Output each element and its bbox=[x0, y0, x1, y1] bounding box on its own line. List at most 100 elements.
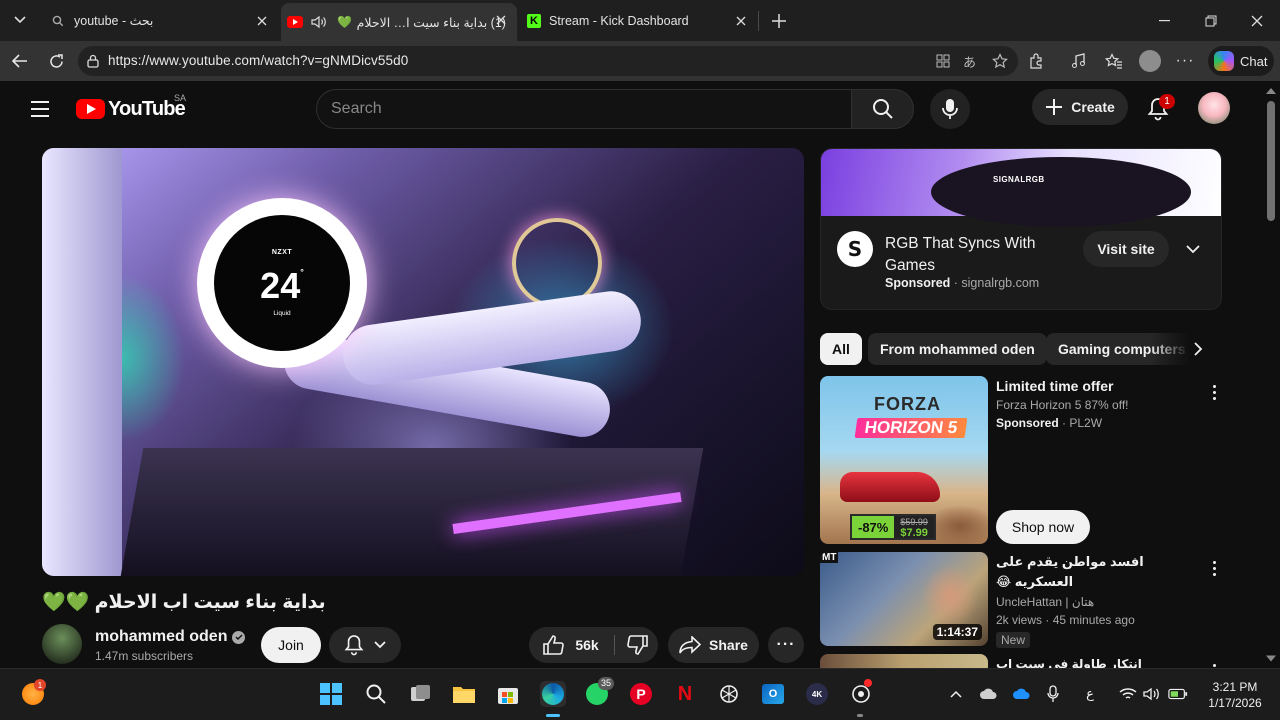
recommended-video[interactable]: انتكار طاولة في سيت اب المتابعين #5 bbox=[820, 654, 1222, 668]
battery-icon[interactable] bbox=[1168, 684, 1188, 704]
minimize-icon bbox=[1159, 20, 1170, 22]
volume-icon[interactable] bbox=[1142, 684, 1162, 704]
translate-icon[interactable]: あ bbox=[963, 52, 976, 71]
media-control-button[interactable] bbox=[1064, 47, 1092, 75]
file-explorer-button[interactable] bbox=[451, 681, 477, 707]
scroll-up-icon[interactable] bbox=[1266, 87, 1276, 94]
favorite-star-icon[interactable] bbox=[992, 53, 1008, 69]
video-thumbnail[interactable]: MT 1:14:37 bbox=[820, 552, 988, 646]
visit-site-button[interactable]: Visit site bbox=[1083, 231, 1169, 267]
channel-avatar[interactable] bbox=[42, 624, 82, 664]
video-player[interactable]: NZXT 24° Liquid bbox=[42, 148, 804, 576]
outlook-button[interactable]: O bbox=[760, 681, 786, 707]
notifications-button[interactable]: 1 bbox=[1138, 89, 1178, 129]
youtube-logo[interactable]: YouTube bbox=[76, 97, 186, 121]
sponsored-recommendation[interactable]: FORZA HORIZON 5 -87% $59.99 $7.99 Limite… bbox=[820, 376, 1222, 544]
edge-browser-button[interactable] bbox=[540, 681, 566, 707]
tab-current-video[interactable]: 💚 (1) بداية بناء سيت ا… الاحلام bbox=[281, 3, 517, 41]
subscription-notification-button[interactable] bbox=[329, 627, 401, 663]
video-thumbnail[interactable] bbox=[820, 654, 988, 668]
profile-button[interactable] bbox=[1136, 47, 1164, 75]
forza-thumbnail[interactable]: FORZA HORIZON 5 -87% $59.99 $7.99 bbox=[820, 376, 988, 544]
chip-all[interactable]: All bbox=[820, 333, 862, 365]
reload-button[interactable] bbox=[42, 47, 70, 75]
settings-more-button[interactable]: ··· bbox=[1171, 47, 1199, 75]
ad-title[interactable]: RGB That Syncs With Games bbox=[885, 233, 1065, 277]
tab-close-button[interactable] bbox=[254, 13, 270, 29]
tab-title: Stream - Kick Dashboard bbox=[549, 13, 689, 28]
scroll-down-icon[interactable] bbox=[1266, 655, 1276, 663]
extensions-button[interactable] bbox=[1022, 47, 1050, 75]
tab-close-button[interactable] bbox=[493, 12, 509, 28]
whatsapp-button[interactable]: 35 bbox=[584, 677, 615, 707]
clock-time: 3:21 PM bbox=[1212, 680, 1258, 694]
new-tab-button[interactable] bbox=[766, 8, 792, 34]
recommendation-channel[interactable]: UncleHattan | هتان bbox=[996, 593, 1196, 611]
like-button[interactable]: 56k bbox=[529, 627, 613, 663]
close-window-button[interactable] bbox=[1244, 8, 1270, 34]
system-clock[interactable]: 3:21 PM 1/17/2026 bbox=[1200, 679, 1270, 711]
ad-expand-button[interactable] bbox=[1179, 235, 1207, 263]
start-button[interactable] bbox=[318, 681, 344, 707]
wifi-icon[interactable] bbox=[1118, 684, 1138, 704]
tab-kick-dashboard[interactable]: K Stream - Kick Dashboard bbox=[519, 4, 759, 37]
recommendation-menu-button[interactable] bbox=[1206, 382, 1222, 402]
show-hidden-icons-button[interactable] bbox=[946, 684, 966, 704]
scroll-thumb[interactable] bbox=[1267, 101, 1275, 221]
speaker-icon[interactable] bbox=[311, 15, 327, 29]
app-available-icon[interactable] bbox=[936, 54, 950, 68]
page-scrollbar[interactable] bbox=[1262, 81, 1280, 668]
sponsored-ad-card[interactable]: SIGNALRGB S RGB That Syncs With Games Sp… bbox=[820, 148, 1222, 310]
tab-youtube-search[interactable]: youtube - بحث bbox=[40, 4, 280, 37]
input-language-indicator[interactable]: ع bbox=[1080, 684, 1100, 704]
chip-from-channel[interactable]: From mohammed oden bbox=[868, 333, 1047, 365]
onedrive-icon[interactable] bbox=[1011, 684, 1031, 704]
create-button[interactable]: Create bbox=[1032, 89, 1128, 125]
shop-now-button[interactable]: Shop now bbox=[996, 510, 1090, 544]
site-info-icon[interactable] bbox=[86, 54, 100, 68]
search-button[interactable] bbox=[851, 89, 914, 129]
chips-next-button[interactable] bbox=[1186, 337, 1210, 361]
tab-close-button[interactable] bbox=[733, 13, 749, 29]
recommendation-title[interactable]: Limited time offer bbox=[996, 376, 1196, 396]
favorites-button[interactable] bbox=[1100, 47, 1128, 75]
search-input[interactable] bbox=[331, 99, 831, 119]
recommendation-title[interactable]: انتكار طاولة في سيت اب المتابعين #5 bbox=[996, 654, 1196, 668]
guide-menu-button[interactable] bbox=[24, 95, 56, 123]
recommendation-menu-button[interactable] bbox=[1206, 558, 1222, 578]
taskbar-search-button[interactable] bbox=[363, 681, 389, 707]
restore-button[interactable] bbox=[1198, 8, 1224, 34]
microsoft-store-button[interactable] bbox=[495, 681, 521, 707]
signalrgb-logo-icon[interactable]: S bbox=[837, 231, 873, 267]
pinterest-button[interactable]: P bbox=[628, 681, 654, 707]
back-arrow-icon bbox=[12, 54, 27, 68]
account-avatar[interactable] bbox=[1198, 92, 1230, 124]
recommendation-menu-button[interactable] bbox=[1206, 658, 1222, 668]
microphone-tray-icon[interactable] bbox=[1043, 684, 1063, 704]
share-button[interactable]: Share bbox=[668, 627, 759, 663]
cloud-sync-icon[interactable] bbox=[978, 684, 998, 704]
minimize-button[interactable] bbox=[1152, 8, 1178, 34]
voice-search-button[interactable] bbox=[930, 89, 970, 129]
tab-list-button[interactable] bbox=[6, 6, 34, 34]
chatgpt-button[interactable] bbox=[716, 681, 742, 707]
create-label: Create bbox=[1071, 99, 1115, 115]
mic-icon bbox=[942, 99, 958, 119]
more-actions-button[interactable]: ··· bbox=[768, 627, 804, 663]
address-bar[interactable]: https://www.youtube.com/watch?v=gNMDicv5… bbox=[78, 46, 1018, 76]
recommended-video[interactable]: MT 1:14:37 افسد مواطن يقدم على العسكريه … bbox=[820, 552, 1222, 648]
recommendation-title[interactable]: افسد مواطن يقدم على العسكريه 😂 bbox=[996, 552, 1196, 592]
video-player-4k-button[interactable]: 4K bbox=[804, 681, 830, 707]
ad-banner[interactable]: SIGNALRGB bbox=[821, 149, 1221, 227]
netflix-button[interactable]: N bbox=[672, 681, 698, 707]
task-view-button[interactable] bbox=[408, 681, 434, 707]
recording-app-button[interactable] bbox=[848, 679, 874, 707]
join-button[interactable]: Join bbox=[261, 627, 321, 663]
channel-name[interactable]: mohammed oden bbox=[95, 628, 246, 646]
weather-widget[interactable]: 1 bbox=[20, 679, 46, 707]
favorites-icon bbox=[1105, 53, 1122, 69]
edge-icon bbox=[542, 683, 564, 705]
copilot-chat-button[interactable]: Chat bbox=[1208, 46, 1274, 76]
back-button[interactable] bbox=[6, 47, 34, 75]
dislike-button[interactable] bbox=[617, 627, 657, 663]
